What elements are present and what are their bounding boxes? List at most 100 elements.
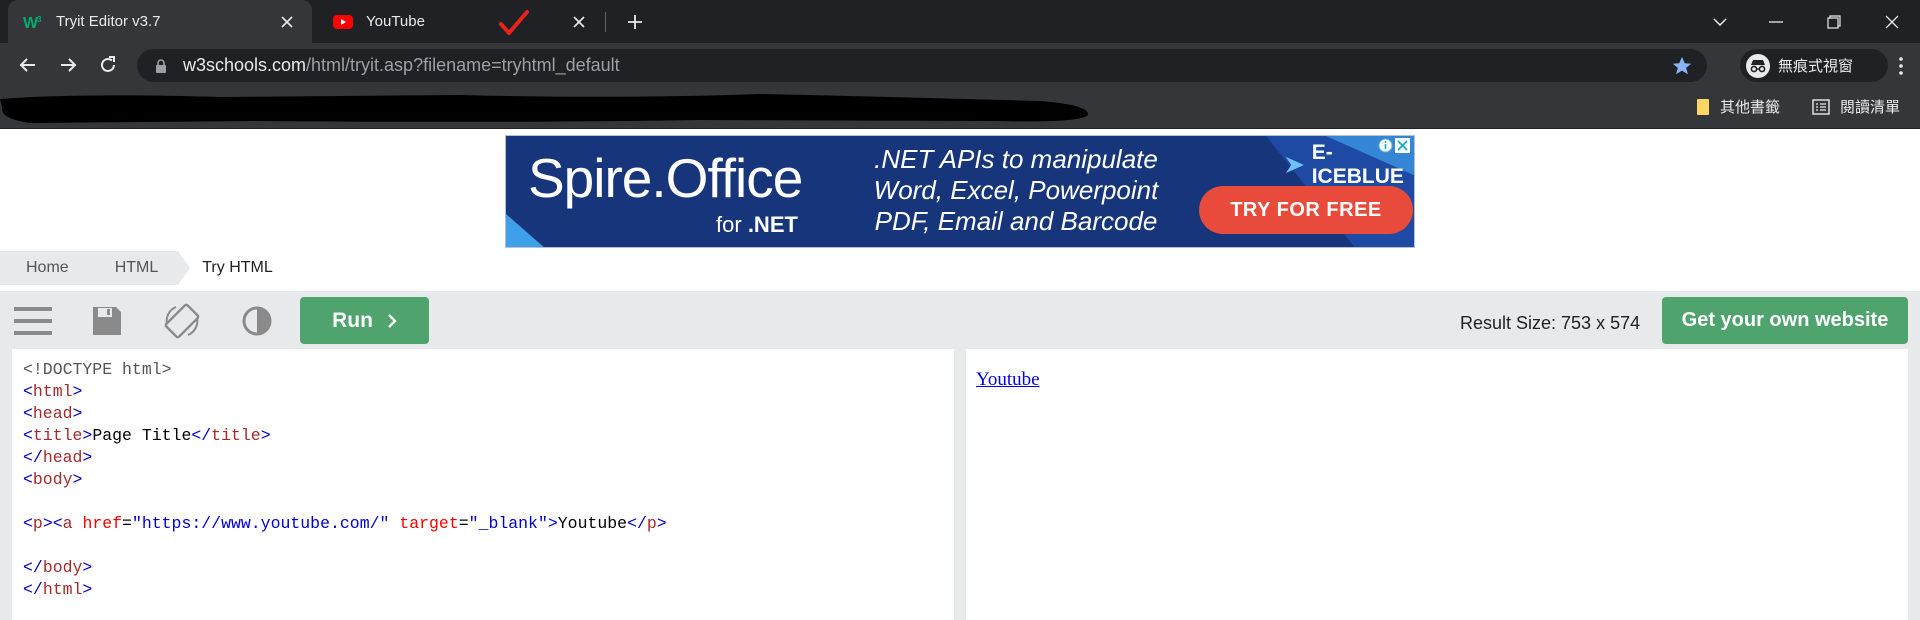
ad-close-icon[interactable] xyxy=(1395,138,1410,153)
code-token: head xyxy=(42,448,83,467)
ad-copy-line: .NET APIs to manipulate xyxy=(874,144,1158,174)
code-token: "_blank" xyxy=(468,514,548,533)
save-floppy-icon[interactable] xyxy=(87,301,127,341)
profile-label: 無痕式視窗 xyxy=(1778,58,1854,75)
breadcrumb-home[interactable]: Home xyxy=(0,251,101,285)
dark-mode-toggle-icon[interactable] xyxy=(237,301,277,341)
result-pane: Youtube xyxy=(966,349,1908,620)
code-token: > xyxy=(72,404,83,423)
code-line: <body> xyxy=(23,469,954,491)
ad-subtitle-for: for xyxy=(716,212,742,237)
code-token: > xyxy=(82,580,93,599)
checkmark-annotation-icon xyxy=(499,10,529,35)
code-token: > xyxy=(82,448,93,467)
code-token: html xyxy=(42,580,83,599)
eiceblue-logo-icon xyxy=(1285,156,1304,174)
code-token: p xyxy=(646,514,657,533)
code-token: > xyxy=(547,514,558,533)
code-token: body xyxy=(32,470,73,489)
tab-youtube[interactable]: YouTube xyxy=(318,0,604,43)
tab-title: Tryit Editor v3.7 xyxy=(56,13,161,30)
code-token: > xyxy=(82,426,93,445)
code-token: > xyxy=(82,558,93,577)
code-token: a xyxy=(62,514,73,533)
code-token: > xyxy=(72,382,83,401)
url-text: w3schools.com/html/tryit.asp?filename=tr… xyxy=(183,55,620,76)
bookmarks-bar: 其他書籤 閱讀清單 xyxy=(0,87,1920,129)
run-button[interactable]: Run xyxy=(300,297,429,344)
restore-icon[interactable] xyxy=(1806,0,1862,43)
folder-icon xyxy=(1696,98,1710,116)
code-token: > xyxy=(260,426,271,445)
result-youtube-link[interactable]: Youtube xyxy=(976,369,1040,390)
minimize-icon[interactable] xyxy=(1748,0,1804,43)
code-token: < xyxy=(23,426,33,445)
tab-close-icon[interactable] xyxy=(568,11,590,33)
code-token: < xyxy=(23,514,33,533)
code-editor[interactable]: <!DOCTYPE html> <html> <head> <title>Page T… xyxy=(12,349,954,620)
ad-copy-line: Word, Excel, Powerpoint xyxy=(873,175,1159,205)
code-token: Youtube xyxy=(557,514,628,533)
other-bookmarks-button[interactable]: 其他書籤 xyxy=(1696,96,1780,117)
reading-list-icon xyxy=(1812,98,1830,115)
new-tab-plus-icon[interactable] xyxy=(620,7,650,37)
code-token: target xyxy=(399,514,459,533)
code-token: >< xyxy=(42,514,63,533)
rotate-layout-icon[interactable] xyxy=(162,301,202,341)
code-line: <title>Page Title</title> xyxy=(23,425,954,447)
reading-list-button[interactable]: 閱讀清單 xyxy=(1812,96,1900,117)
get-your-own-website-button[interactable]: Get your own website xyxy=(1662,297,1908,344)
other-bookmarks-label: 其他書籤 xyxy=(1720,99,1781,116)
code-token: </ xyxy=(191,426,212,445)
code-token: = xyxy=(122,514,132,533)
run-label: Run xyxy=(332,308,373,332)
tab-close-icon[interactable] xyxy=(276,11,298,33)
youtube-favicon-icon xyxy=(332,11,354,33)
code-token: </ xyxy=(23,580,43,599)
ad-copy-line: PDF, Email and Barcode xyxy=(874,206,1158,236)
browser-menu-icon[interactable] xyxy=(1888,51,1914,81)
address-bar[interactable]: w3schools.com/html/tryit.asp?filename=tr… xyxy=(137,49,1707,82)
incognito-icon xyxy=(1746,53,1770,78)
code-token: body xyxy=(42,558,83,577)
code-token: "https://www.youtube.com/" xyxy=(131,514,390,533)
code-token: </ xyxy=(23,558,43,577)
breadcrumb-html[interactable]: HTML xyxy=(88,251,190,285)
ad-subtitle: for .NET xyxy=(716,212,798,238)
code-token: > xyxy=(656,514,667,533)
code-token: p xyxy=(32,514,43,533)
menu-hamburger-icon[interactable] xyxy=(13,301,53,341)
editor-panes: <!DOCTYPE html> <html> <head> <title>Page T… xyxy=(0,349,1920,620)
tab-separator xyxy=(605,12,606,32)
code-token: = xyxy=(458,514,469,533)
tab-tryit-editor[interactable]: W3 Tryit Editor v3.7 xyxy=(8,0,312,43)
code-line: ​ xyxy=(23,535,954,557)
tryit-toolbar: Run Result Size: 753 x 574 Get your own … xyxy=(0,291,1920,349)
redacted-bookmarks-region xyxy=(0,94,1089,123)
code-line: </body> xyxy=(23,557,954,579)
code-line: <p><a href="https://www.youtube.com/" ta… xyxy=(23,513,954,535)
code-token: < xyxy=(23,470,33,489)
back-arrow-icon[interactable] xyxy=(12,49,44,81)
spire-office-ad-banner[interactable]: Spire.Office for .NET .NET APIs to manip… xyxy=(505,135,1415,248)
code-token: title xyxy=(211,426,261,445)
ad-subtitle-net: .NET xyxy=(747,212,798,237)
incognito-profile-button[interactable]: 無痕式視窗 xyxy=(1740,49,1888,82)
window-close-icon[interactable] xyxy=(1864,0,1920,43)
code-token: < xyxy=(23,404,33,423)
code-token: > xyxy=(72,470,83,489)
ad-info-icon[interactable] xyxy=(1378,138,1393,153)
tab-search-chevron-icon[interactable] xyxy=(1692,0,1748,43)
code-line: <head> xyxy=(23,403,954,425)
code-line: </head> xyxy=(23,447,954,469)
code-token: Page Title xyxy=(92,426,192,445)
reload-icon[interactable] xyxy=(92,49,124,81)
code-token: title xyxy=(32,426,83,445)
forward-arrow-icon[interactable] xyxy=(52,49,84,81)
lock-icon[interactable] xyxy=(151,58,171,73)
ad-controls xyxy=(1378,138,1410,153)
w3schools-favicon-icon: W3 xyxy=(22,11,44,33)
ad-try-for-free-button[interactable]: TRY FOR FREE xyxy=(1199,186,1413,234)
bookmark-star-icon[interactable] xyxy=(1671,55,1693,82)
ad-copy: .NET APIs to manipulate Word, Excel, Pow… xyxy=(866,144,1166,237)
